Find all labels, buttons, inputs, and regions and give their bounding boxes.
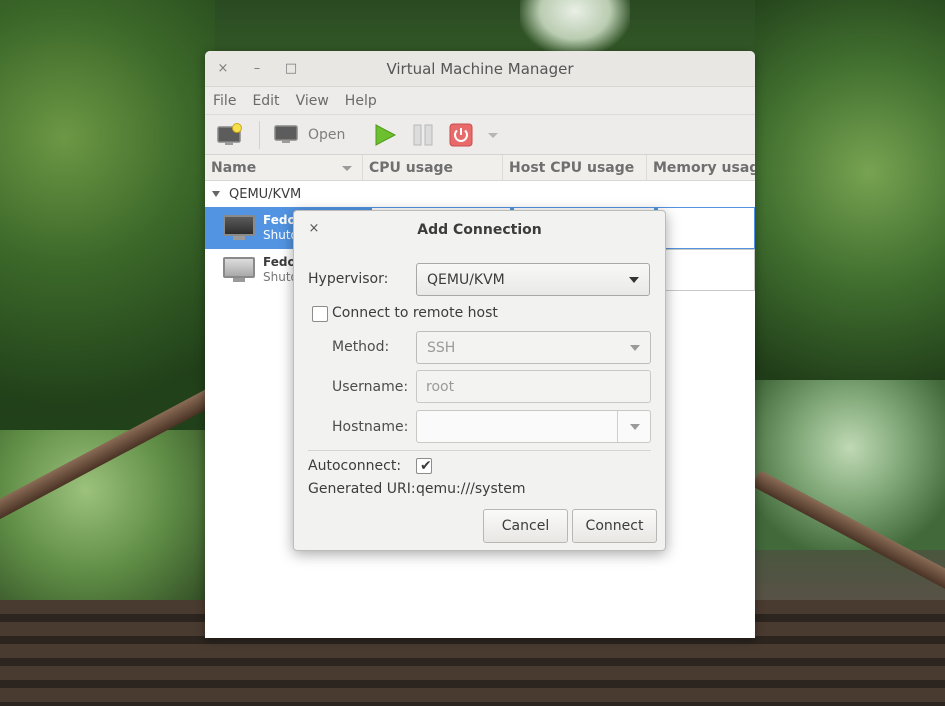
menu-help[interactable]: Help — [345, 93, 377, 109]
hostname-combo-entry[interactable] — [416, 410, 651, 443]
window-titlebar[interactable]: × – □ Virtual Machine Manager — [205, 51, 755, 87]
username-placeholder: root — [426, 378, 455, 395]
checkmark-icon: ✔ — [420, 458, 432, 474]
username-label: Username: — [332, 379, 409, 395]
username-field[interactable]: root — [416, 370, 651, 403]
column-header-cpu[interactable]: CPU usage — [363, 155, 503, 180]
cancel-button[interactable]: Cancel — [483, 509, 568, 543]
column-host-cpu-label: Host CPU usage — [509, 160, 635, 176]
autoconnect-label: Autoconnect: — [308, 458, 402, 474]
background-rail-right — [751, 470, 945, 599]
column-cpu-label: CPU usage — [369, 160, 454, 176]
chevron-down-icon[interactable] — [630, 424, 640, 430]
background-rail-left — [0, 379, 234, 536]
column-memory-label: Memory usage — [653, 160, 755, 176]
background-ground-left — [0, 430, 215, 630]
background-foliage-right — [755, 0, 945, 430]
generated-uri-value: qemu:///system — [416, 481, 526, 497]
play-icon — [375, 123, 397, 146]
connection-group-label: QEMU/KVM — [229, 186, 302, 202]
hypervisor-select[interactable]: QEMU/KVM — [416, 263, 650, 296]
remote-host-label: Connect to remote host — [332, 305, 498, 321]
menu-file[interactable]: File — [213, 93, 236, 109]
pause-icon — [413, 124, 433, 145]
autoconnect-checkbox[interactable]: ✔ — [416, 458, 432, 474]
column-name-label: Name — [211, 160, 257, 176]
method-label: Method: — [332, 339, 390, 355]
method-value: SSH — [427, 339, 456, 356]
expander-arrow-icon[interactable] — [211, 189, 221, 199]
dialog-title: Add Connection — [417, 222, 542, 238]
hypervisor-value: QEMU/KVM — [427, 271, 505, 288]
connection-group-row[interactable]: QEMU/KVM — [205, 181, 755, 207]
column-header-host-cpu[interactable]: Host CPU usage — [503, 155, 647, 180]
sort-arrow-icon — [342, 166, 352, 171]
pause-vm-button[interactable] — [411, 121, 435, 149]
add-connection-dialog: × Add Connection Hypervisor: QEMU/KVM Co… — [293, 210, 666, 551]
hypervisor-label: Hypervisor: — [308, 271, 389, 287]
background-foliage-left — [0, 0, 215, 460]
connect-button[interactable]: Connect — [572, 509, 657, 543]
chevron-down-icon — [629, 277, 639, 283]
dialog-separator — [308, 450, 651, 451]
menubar: File Edit View Help — [205, 87, 755, 115]
memory-usage-cell — [657, 207, 755, 249]
background-ground-right — [755, 380, 945, 550]
menu-edit[interactable]: Edit — [252, 93, 279, 109]
vm-monitor-icon — [223, 257, 255, 283]
shutdown-vm-button[interactable] — [449, 121, 473, 149]
shutdown-menu-button[interactable] — [487, 121, 499, 149]
generated-uri-label: Generated URI: — [308, 481, 416, 497]
column-header-memory[interactable]: Memory usage — [647, 155, 755, 180]
open-vm-button[interactable]: Open — [274, 121, 345, 149]
new-vm-button[interactable] — [217, 121, 243, 149]
new-vm-icon — [217, 122, 242, 145]
power-icon — [449, 123, 473, 146]
monitor-icon — [274, 124, 298, 143]
chevron-down-icon — [488, 132, 499, 138]
open-button-label: Open — [308, 126, 346, 143]
hostname-label: Hostname: — [332, 419, 409, 435]
vm-monitor-icon — [223, 215, 255, 241]
column-headers: Name CPU usage Host CPU usage Memory usa… — [205, 155, 755, 181]
dialog-titlebar[interactable]: × Add Connection — [294, 211, 665, 249]
chevron-down-icon — [630, 345, 640, 351]
toolbar-separator — [259, 120, 260, 149]
window-title: Virtual Machine Manager — [386, 60, 574, 78]
toolbar: Open — [205, 115, 755, 155]
run-vm-button[interactable] — [373, 121, 397, 149]
remote-host-checkbox[interactable] — [312, 306, 328, 322]
hostname-divider — [617, 411, 618, 442]
method-select[interactable]: SSH — [416, 331, 651, 364]
column-header-name[interactable]: Name — [205, 155, 363, 180]
memory-usage-cell — [657, 249, 755, 291]
background-sky — [520, 0, 630, 55]
menu-view[interactable]: View — [296, 93, 329, 109]
